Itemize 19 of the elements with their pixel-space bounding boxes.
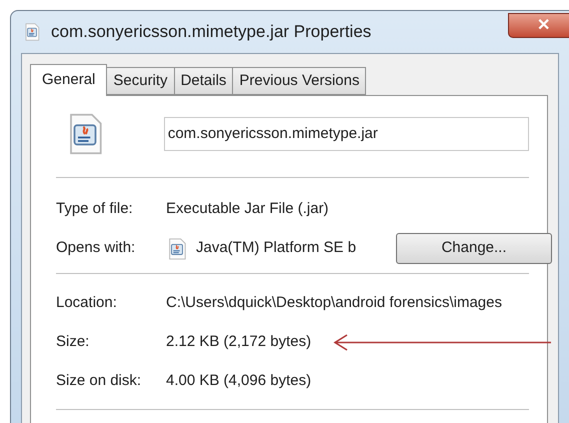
field-value: Java(TM) Platform SE b xyxy=(196,238,358,258)
field-label: Type of file: xyxy=(56,199,134,220)
tab[interactable]: Details xyxy=(174,67,234,95)
tab[interactable]: General xyxy=(30,64,108,96)
field-label: Size on disk: xyxy=(56,371,142,392)
field-value: 2.12 KB (2,172 bytes) xyxy=(166,332,312,352)
field-label: Size: xyxy=(56,332,90,352)
file-icon xyxy=(23,23,41,41)
change-button[interactable]: Change... xyxy=(396,233,552,264)
field-value: Executable Jar File (.jar) xyxy=(166,199,329,220)
field-value: C:\Users\dquick\Desktop\android forensics\images xyxy=(166,293,502,314)
tab[interactable]: Previous Versions xyxy=(232,67,366,95)
tab[interactable]: Security xyxy=(106,67,175,95)
window-title: com.sonyericsson.mimetype.jar Properties xyxy=(51,21,372,44)
field-label: Location: xyxy=(56,293,118,314)
field-label: Opens with: xyxy=(56,238,136,258)
field-value: 4.00 KB (4,096 bytes) xyxy=(166,371,312,392)
java-icon xyxy=(166,238,188,260)
file-name-field[interactable]: com.sonyericsson.mimetype.jar xyxy=(164,116,529,150)
